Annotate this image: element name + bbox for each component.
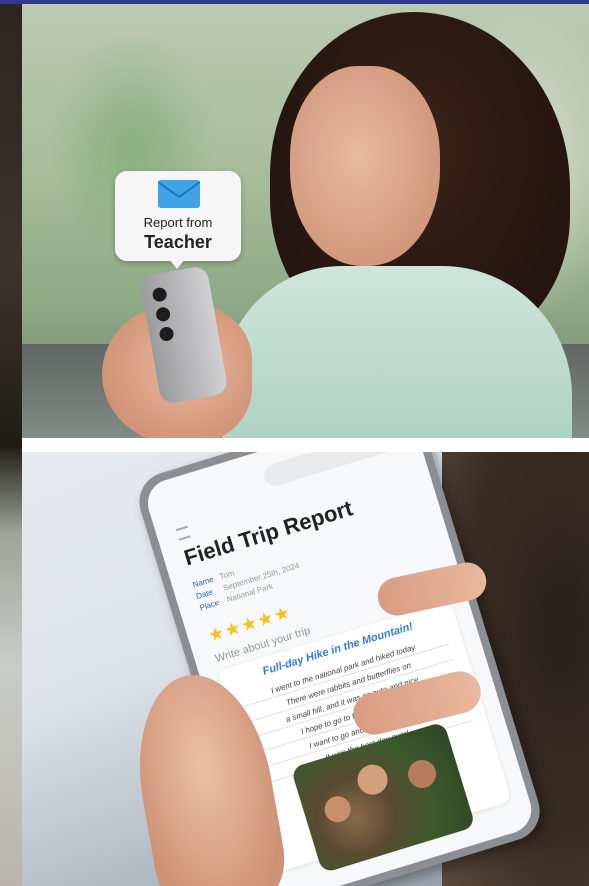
bubble-text-line2: Teacher — [144, 232, 212, 252]
menu-icon[interactable] — [175, 525, 191, 541]
left-image-strip — [0, 4, 22, 886]
photo-woman-with-phone: Report from Teacher — [22, 4, 589, 438]
camera-lens — [151, 286, 168, 303]
child-head — [353, 760, 392, 799]
woman-shirt — [222, 266, 572, 438]
woman-face — [290, 66, 440, 266]
child-head — [404, 756, 440, 792]
search-bar[interactable] — [261, 452, 402, 489]
envelope-icon — [158, 180, 200, 208]
notification-bubble: Report from Teacher — [115, 171, 241, 269]
camera-lens — [158, 325, 175, 343]
camera-lens — [154, 306, 172, 323]
child-head — [321, 792, 354, 826]
bubble-text-line1: Report from — [143, 215, 213, 230]
report-title: Field Trip Report — [180, 495, 356, 571]
meta-value: Tom — [218, 568, 236, 582]
photo-phone-report: Field Trip Report Name Tom Date Septembe… — [22, 452, 589, 886]
